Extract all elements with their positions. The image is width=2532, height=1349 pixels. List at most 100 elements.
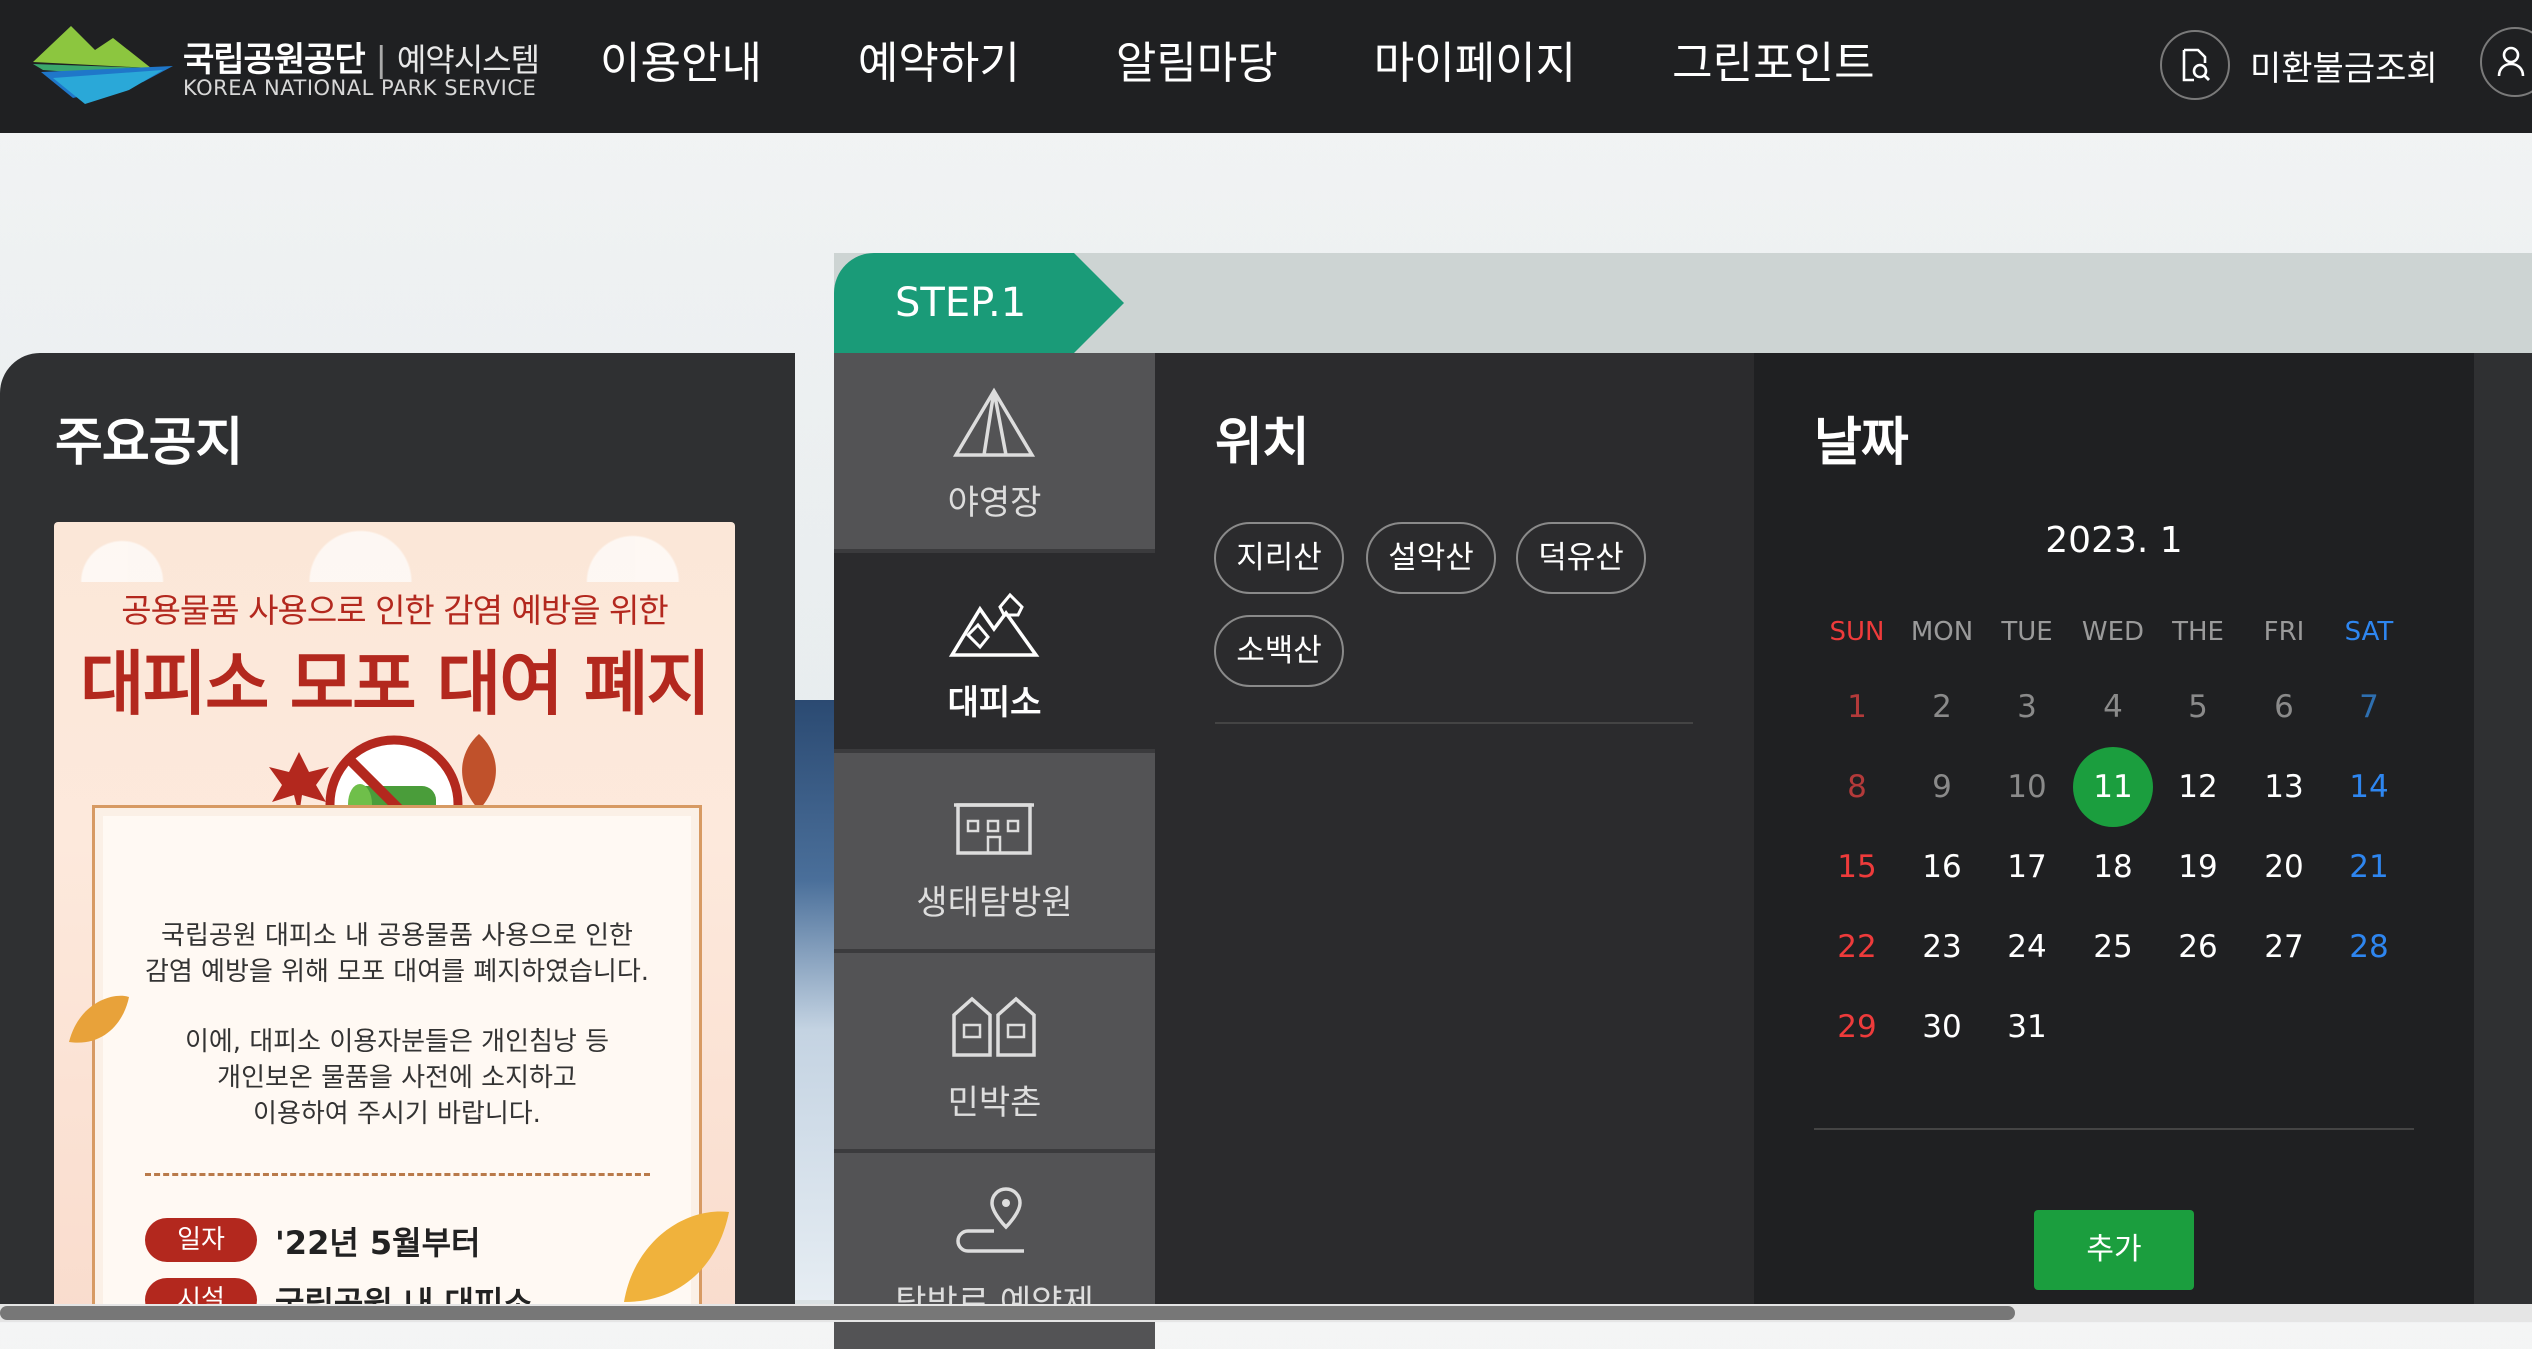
type-shelter-label: 대피소 (947, 683, 1042, 723)
main-nav: 이용안내 예약하기 알림마당 마이페이지 그린포인트 (600, 28, 1875, 100)
site-logo[interactable]: 국립공원공단 | 예약시스템 KOREA NATIONAL PARK SERVI… (33, 20, 543, 110)
mountain-shelter-icon (948, 592, 1040, 657)
refund-search-button[interactable] (2160, 30, 2230, 100)
calendar-day[interactable]: 11 (2073, 747, 2153, 827)
logo-divider: | (375, 40, 388, 80)
chip-jirisan[interactable]: 지리산 (1214, 522, 1344, 594)
refund-lookup-label[interactable]: 미환불금조회 (2250, 41, 2438, 90)
type-campground-label: 야영장 (947, 483, 1042, 523)
nav-guide[interactable]: 이용안내 (600, 28, 762, 100)
logo-korean-name: 국립공원공단 (183, 40, 366, 80)
step-label: STEP.1 (895, 280, 1027, 326)
calendar-day[interactable]: 13 (2244, 747, 2324, 827)
calendar-day[interactable]: 15 (1817, 827, 1897, 907)
weekday-wed: WED (2081, 617, 2145, 647)
weekday-fri: FRI (2263, 617, 2305, 647)
calendar-day[interactable]: 20 (2244, 827, 2324, 907)
calendar-day[interactable]: 28 (2329, 907, 2409, 987)
calendar-day[interactable]: 12 (2158, 747, 2238, 827)
accommodation-type-list: 야영장 대피소 생태탐방원 민박촌 탐방로 예약제 (834, 353, 1155, 1349)
calendar-day[interactable]: 23 (1902, 907, 1982, 987)
calendar-day[interactable]: 5 (2158, 667, 2238, 747)
calendar-day[interactable]: 4 (2073, 667, 2153, 747)
next-panel-edge (2474, 353, 2532, 1322)
poster-tag-date-value: '22년 5월부터 (275, 1224, 481, 1262)
user-login-button[interactable] (2480, 27, 2532, 97)
mountain-logo-icon (33, 26, 173, 104)
calendar-month: 2023. 1 (2045, 520, 2183, 561)
calendar-day[interactable]: 26 (2158, 907, 2238, 987)
calendar-day[interactable]: 31 (1987, 987, 2067, 1067)
calendar-day[interactable]: 1 (1817, 667, 1897, 747)
poster-subtitle: 공용물품 사용으로 인한 감염 예방을 위한 (121, 591, 669, 630)
calendar-day[interactable]: 17 (1987, 827, 2067, 907)
location-divider (1215, 722, 1693, 724)
type-village-label: 민박촌 (947, 1083, 1042, 1123)
building-icon (954, 803, 1034, 855)
big-yellow-leaf-icon (624, 1211, 729, 1302)
poster-dashed-divider (145, 1173, 650, 1176)
location-title: 위치 (1215, 413, 1310, 473)
weekday-sat: SAT (2344, 617, 2394, 647)
calendar-day[interactable]: 22 (1817, 907, 1897, 987)
calendar-divider (1814, 1128, 2414, 1130)
date-title: 날짜 (1814, 413, 1909, 473)
refund-lookup[interactable]: 미환불금조회 (2160, 27, 2438, 103)
notice-title: 주요공지 (55, 413, 243, 473)
type-eco-center-label: 생태탐방원 (916, 883, 1073, 923)
nav-greenpoint[interactable]: 그린포인트 (1672, 28, 1874, 100)
logo-english-name: KOREA NATIONAL PARK SERVICE (183, 76, 537, 100)
poster-text-1b: 감염 예방을 위해 모포 대여를 폐지하였습니다. (144, 957, 650, 987)
user-icon (2497, 46, 2525, 77)
calendar-day[interactable]: 30 (1902, 987, 1982, 1067)
horizontal-scrollbar-thumb[interactable] (0, 1306, 2015, 1320)
chip-seoraksan[interactable]: 설악산 (1366, 522, 1496, 594)
poster-text-2b: 개인보온 물품을 사전에 소지하고 (217, 1063, 577, 1093)
calendar-day[interactable]: 25 (2073, 907, 2153, 987)
calendar-day[interactable]: 16 (1902, 827, 1982, 907)
poster-text-2a: 이에, 대피소 이용자분들은 개인침낭 등 (184, 1027, 610, 1057)
logo-system-name: 예약시스템 (396, 41, 540, 79)
poster-text-2c: 이용하여 주시기 바랍니다. (253, 1099, 541, 1129)
tent-icon (952, 387, 1036, 457)
poster-card: 국립공원 대피소 내 공용물품 사용으로 인한 감염 예방을 위해 모포 대여를… (92, 805, 702, 1322)
calendar-day[interactable]: 19 (2158, 827, 2238, 907)
weekday-tue: TUE (2001, 617, 2053, 647)
calendar-day[interactable]: 18 (2073, 827, 2153, 907)
calendar-day[interactable]: 29 (1817, 987, 1897, 1067)
chip-sobaeksan[interactable]: 소백산 (1214, 615, 1344, 687)
yellow-leaf-icon (69, 995, 129, 1043)
calendar-day[interactable]: 9 (1902, 747, 1982, 827)
calendar-day[interactable]: 3 (1987, 667, 2067, 747)
type-eco-center[interactable]: 생태탐방원 (834, 753, 1155, 949)
type-shelter[interactable]: 대피소 (834, 553, 1155, 749)
poster-cloud-decoration (54, 522, 735, 582)
calendar-day[interactable]: 14 (2329, 747, 2409, 827)
poster-tag-date: 일자 (145, 1218, 257, 1262)
calendar-day[interactable]: 8 (1817, 747, 1897, 827)
weekday-mon: MON (1910, 617, 1974, 647)
document-search-icon (2182, 48, 2210, 82)
calendar-day[interactable]: 6 (2244, 667, 2324, 747)
nav-mypage[interactable]: 마이페이지 (1374, 28, 1576, 100)
houses-icon (952, 996, 1036, 1057)
calendar-day[interactable]: 2 (1902, 667, 1982, 747)
trail-pin-icon (956, 1187, 1024, 1253)
chip-deogyusan[interactable]: 덕유산 (1516, 522, 1646, 594)
weekday-thu: THE (2172, 617, 2224, 647)
nav-reservation[interactable]: 예약하기 (858, 28, 1020, 100)
calendar-day[interactable]: 27 (2244, 907, 2324, 987)
calendar-day[interactable]: 21 (2329, 827, 2409, 907)
poster-text-1a: 국립공원 대피소 내 공용물품 사용으로 인한 (161, 921, 633, 951)
calendar-day[interactable]: 10 (1987, 747, 2067, 827)
notice-poster[interactable]: 공용물품 사용으로 인한 감염 예방을 위한 대피소 모포 대여 폐지 국립공원… (54, 522, 735, 1322)
weekday-sun: SUN (1829, 617, 1885, 647)
calendar-day[interactable]: 7 (2329, 667, 2409, 747)
calendar-day[interactable]: 24 (1987, 907, 2067, 987)
nav-notice[interactable]: 알림마당 (1116, 28, 1278, 100)
add-button[interactable]: 추가 (2034, 1210, 2194, 1290)
location-panel (1155, 353, 1754, 1322)
type-campground[interactable]: 야영장 (834, 353, 1155, 549)
top-header: 국립공원공단 | 예약시스템 KOREA NATIONAL PARK SERVI… (0, 0, 2532, 133)
type-village[interactable]: 민박촌 (834, 953, 1155, 1149)
